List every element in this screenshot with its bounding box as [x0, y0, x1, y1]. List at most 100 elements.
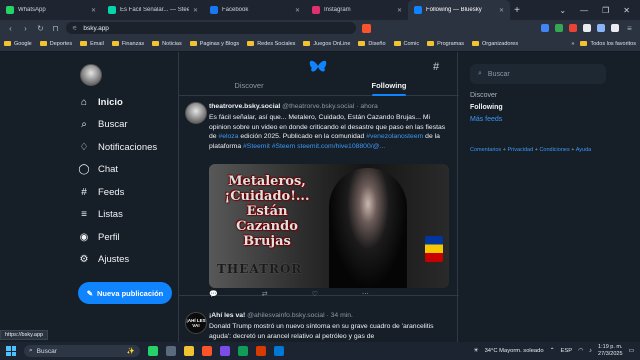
bookmark-folder[interactable]: Comic [393, 41, 419, 47]
close-tab-icon[interactable]: ✕ [91, 7, 96, 14]
notification-icon[interactable]: ▭ [629, 348, 634, 354]
bookmark-folder[interactable]: Google [4, 41, 32, 47]
post-author-avatar[interactable] [185, 102, 207, 124]
tab-discover[interactable]: Discover [179, 76, 319, 95]
feed-link[interactable]: Following [470, 104, 503, 111]
bookmark-folder[interactable]: Paginas y Blogs [189, 41, 239, 47]
task-view-icon[interactable] [166, 346, 176, 356]
feed-post[interactable]: theatrorve.bsky.social @theatrorve.bsky.… [179, 100, 459, 298]
post-display-name[interactable]: theatrorve.bsky.social [209, 103, 280, 110]
feed-link[interactable]: Discover [470, 92, 497, 99]
app-taskbar-icon[interactable] [274, 346, 284, 356]
footer-link[interactable]: Comentarios [470, 147, 501, 153]
url-field[interactable]: ⚟ bsky.app [66, 22, 356, 34]
hashtag-link[interactable]: #venezolanosteem [366, 133, 423, 140]
file-explorer-icon[interactable] [184, 346, 194, 356]
close-tab-icon[interactable]: ✕ [193, 7, 198, 14]
hashtag-link[interactable]: #Steem [272, 143, 295, 150]
clock[interactable]: 1:19 p. m. 27/3/2025 [598, 344, 622, 358]
brave-shield-icon[interactable] [362, 23, 371, 33]
feed-post[interactable]: ¡AHÍ LES VA! ¡Ahí les va! @ahilesvainfo.… [179, 300, 459, 342]
app-taskbar-icon[interactable] [238, 346, 248, 356]
language-indicator[interactable]: ESP [560, 348, 572, 354]
nav-item-feeds[interactable]: # Feeds [78, 184, 124, 200]
browser-tab[interactable]: Facebook ✕ [204, 0, 306, 20]
bookmark-folder[interactable]: Programas [427, 41, 464, 47]
close-tab-icon[interactable]: ✕ [397, 7, 402, 14]
close-tab-icon[interactable]: ✕ [295, 7, 300, 14]
post-handle[interactable]: @theatrorve.bsky.social [282, 103, 354, 110]
window-control-button[interactable]: — [580, 6, 588, 15]
footer-link[interactable]: Condiciones [539, 147, 569, 153]
extension-icon[interactable] [583, 24, 591, 32]
post-time[interactable]: ahora [360, 103, 377, 110]
bookmark-folder[interactable]: Diseño [358, 41, 386, 47]
reload-icon[interactable]: ↻ [36, 24, 45, 33]
new-post-button[interactable]: ✎ Nueva publicación [78, 282, 172, 304]
nav-item-notificaciones[interactable]: ♢ Notificaciones [78, 139, 158, 155]
post-time[interactable]: 34 min. [331, 312, 353, 319]
bookmark-icon[interactable]: ⊓ [51, 24, 60, 33]
close-tab-icon[interactable]: ✕ [499, 7, 504, 14]
browser-tab[interactable]: WhatsApp ✕ [0, 0, 102, 20]
whatsapp-taskbar-icon[interactable] [148, 346, 158, 356]
feed-link[interactable]: Más feeds [470, 116, 502, 123]
site-info-icon[interactable]: ⚟ [72, 25, 77, 32]
nav-item-inicio[interactable]: ⌂ Inicio [78, 94, 123, 110]
browser-tab[interactable]: Following — Bluesky ✕ [408, 0, 510, 20]
brave-taskbar-icon[interactable] [202, 346, 212, 356]
post-author-avatar[interactable]: ¡AHÍ LES VA! [185, 312, 207, 334]
avatar[interactable] [80, 64, 102, 86]
forward-icon[interactable]: › [21, 24, 30, 33]
new-tab-button[interactable]: + [510, 5, 524, 16]
bookmark-folder[interactable]: Noticias [152, 41, 182, 47]
hashtag-link[interactable]: #Steemit [243, 143, 270, 150]
hashtag-link[interactable]: #eloza [218, 133, 238, 140]
nav-item-buscar[interactable]: ⌕ Buscar [78, 117, 127, 133]
bookmark-folder[interactable]: Organizadores [472, 41, 518, 47]
taskbar-search[interactable]: ⌕ Buscar ✨ [24, 345, 140, 357]
window-control-button[interactable]: ❐ [602, 6, 609, 15]
extension-icon[interactable] [597, 24, 605, 32]
all-bookmarks-folder[interactable]: Todos los favoritos [580, 41, 636, 47]
window-control-button[interactable]: ⌄ [559, 6, 566, 15]
tab-following[interactable]: Following [319, 76, 459, 96]
app-taskbar-icon[interactable] [220, 346, 230, 356]
like-icon[interactable]: ♡ [312, 290, 318, 298]
profile-icon[interactable] [611, 24, 619, 32]
post-link[interactable]: steemit.com/hive108800/@... [297, 143, 385, 150]
footer-link[interactable]: Privacidad [507, 147, 533, 153]
window-control-button[interactable]: ✕ [623, 6, 630, 15]
browser-tab[interactable]: Instagram ✕ [306, 0, 408, 20]
more-options-icon[interactable]: ⋯ [362, 290, 369, 298]
bookmark-folder[interactable]: Redes Sociales [247, 41, 295, 47]
tray-chevron-icon[interactable]: ⌃ [550, 348, 555, 354]
search-input[interactable]: ⌕ Buscar [470, 64, 606, 84]
post-handle[interactable]: @ahilesvainfo.bsky.social [247, 312, 324, 319]
bookmark-folder[interactable]: Deportes [39, 41, 72, 47]
extension-icon[interactable] [555, 24, 563, 32]
wifi-icon[interactable]: ◠ [578, 348, 583, 354]
bookmark-folder[interactable]: Finanzas [111, 41, 144, 47]
extension-icon[interactable] [541, 24, 549, 32]
post-display-name[interactable]: ¡Ahí les va! [209, 312, 245, 319]
volume-icon[interactable]: ♪ [589, 348, 592, 354]
menu-icon[interactable]: ≡ [625, 24, 634, 33]
windows-start-icon[interactable] [6, 346, 16, 356]
bookmark-folder[interactable]: Juegos OnLine [303, 41, 350, 47]
extension-icon[interactable] [569, 24, 577, 32]
app-taskbar-icon[interactable] [256, 346, 266, 356]
feeds-hash-icon[interactable]: # [433, 61, 439, 73]
bluesky-logo-icon[interactable] [309, 60, 327, 74]
repost-icon[interactable]: ⇄ [262, 290, 268, 298]
nav-item-chat[interactable]: ◯ Chat [78, 162, 118, 178]
post-image[interactable]: Metaleros, ¡Cuidado!... Están Cazando Br… [209, 164, 449, 288]
bookmark-folder[interactable]: Email [80, 41, 104, 47]
weather-text[interactable]: 34°C Mayorm. soleado [485, 348, 544, 354]
browser-tab[interactable]: Es Fácil Señalar... — Steemit ✕ [102, 0, 204, 20]
footer-link[interactable]: Ayuda [576, 147, 592, 153]
nav-item-ajustes[interactable]: ⚙ Ajustes [78, 252, 130, 268]
more-bookmarks-button[interactable]: » [571, 41, 574, 47]
back-icon[interactable]: ‹ [6, 24, 15, 33]
nav-item-perfil[interactable]: ◉ Perfil [78, 229, 120, 245]
